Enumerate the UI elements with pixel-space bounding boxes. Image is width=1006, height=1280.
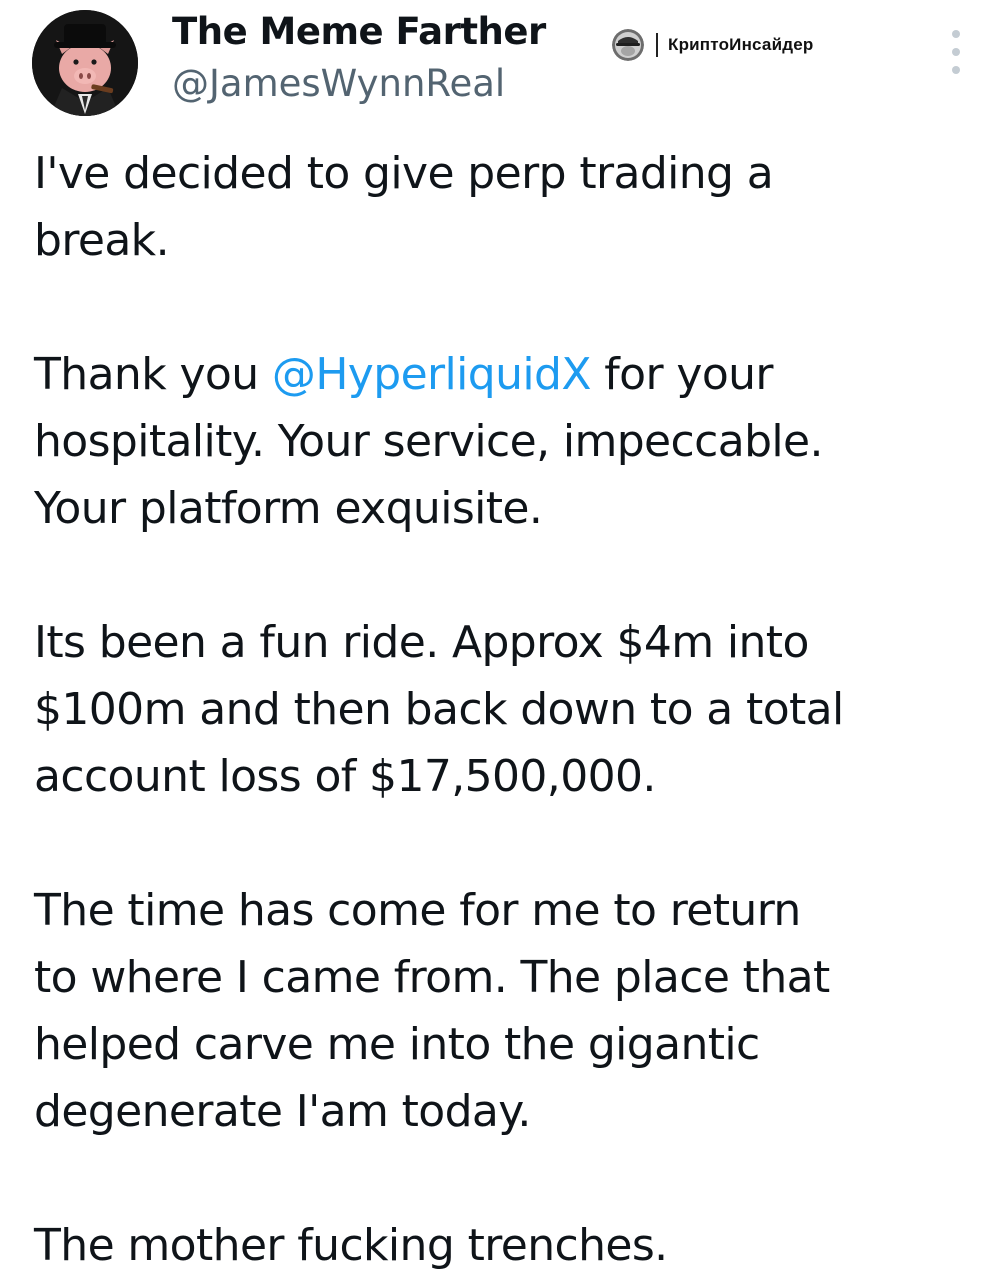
author-handle[interactable]: @JamesWynnReal <box>172 60 505 108</box>
tweet-paragraph-2: Thank you @HyperliquidX for your hospita… <box>34 341 984 542</box>
more-options-button[interactable] <box>942 30 970 74</box>
channel-logo-icon <box>612 29 644 61</box>
menu-dot <box>952 66 960 74</box>
pig-in-suit-avatar-icon <box>32 10 138 116</box>
tweet-paragraph-1: I've decided to give perp trading a brea… <box>34 148 774 266</box>
watermark-text: КриптоИнсайдер <box>668 35 814 54</box>
tweet-paragraph-3: Its been a fun ride. Approx $4m into $10… <box>34 617 844 802</box>
tweet-paragraph-5: The mother fucking trenches. <box>34 1220 668 1271</box>
tweet-text: I've decided to give perp trading a brea… <box>34 140 984 1279</box>
paragraph-2-before: Thank you <box>34 349 272 400</box>
menu-dot <box>952 30 960 38</box>
mention-link[interactable]: @HyperliquidX <box>272 349 592 400</box>
watermark-divider <box>656 33 658 57</box>
author-display-name[interactable]: The Meme Farther <box>172 8 546 56</box>
menu-dot <box>952 48 960 56</box>
channel-watermark: КриптоИнсайдер <box>612 28 813 62</box>
avatar[interactable] <box>32 10 138 116</box>
tweet-paragraph-4: The time has come for me to return to wh… <box>34 885 830 1137</box>
